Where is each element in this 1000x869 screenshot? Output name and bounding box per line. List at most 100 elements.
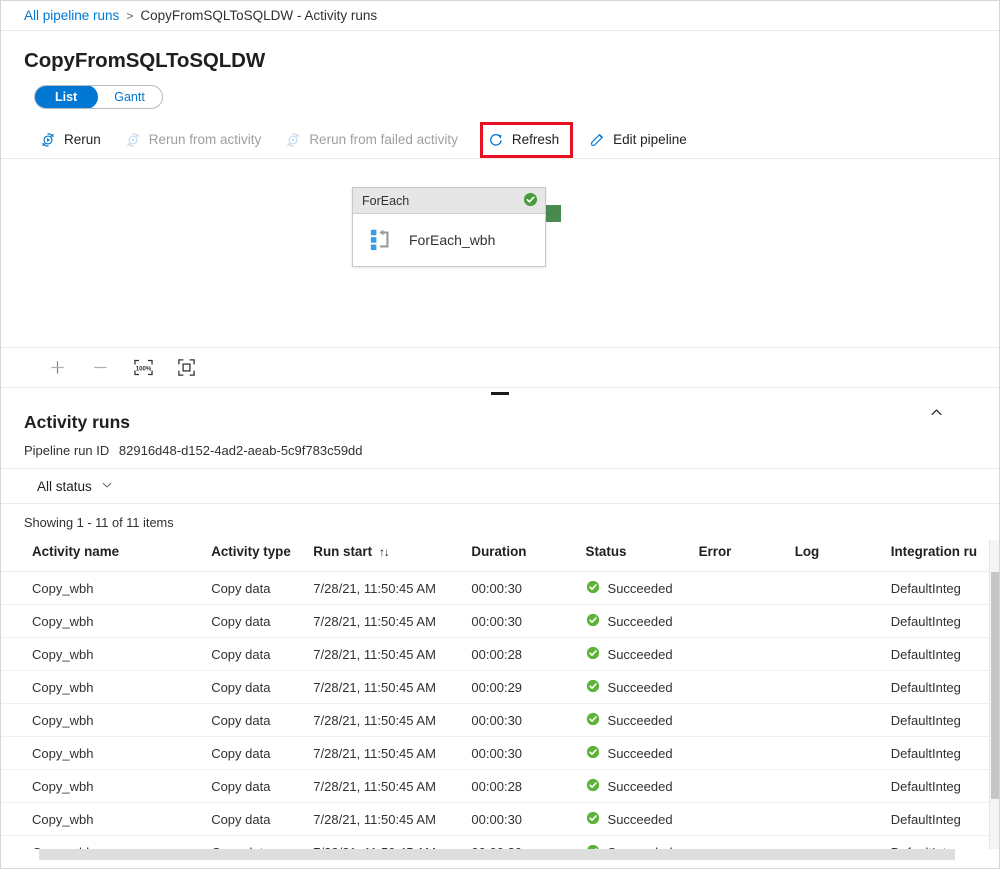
cell-activity-type: Copy data [211, 737, 313, 770]
cell-run-start: 7/28/21, 11:50:45 AM [313, 671, 471, 704]
edit-pipeline-button[interactable]: Edit pipeline [584, 125, 698, 155]
column-duration[interactable]: Duration [471, 540, 585, 572]
table-row[interactable]: Copy_wbhCopy data7/28/21, 11:50:45 AM00:… [1, 671, 999, 704]
rerun-button[interactable]: Rerun [35, 125, 112, 155]
cell-activity-name: Copy_wbh [1, 803, 211, 836]
table-row[interactable]: Copy_wbhCopy data7/28/21, 11:50:45 AM00:… [1, 836, 999, 850]
rerun-from-failed-activity-button: Rerun from failed activity [280, 125, 469, 155]
cell-activity-type: Copy data [211, 803, 313, 836]
cell-status: Succeeded [586, 605, 699, 638]
cell-activity-name: Copy_wbh [1, 770, 211, 803]
cell-error [699, 770, 795, 803]
chevron-down-icon [101, 479, 113, 494]
cell-activity-name: Copy_wbh [1, 605, 211, 638]
column-run-start[interactable]: Run start↑↓ [313, 540, 471, 572]
cell-run-start: 7/28/21, 11:50:45 AM [313, 638, 471, 671]
cell-activity-type: Copy data [211, 638, 313, 671]
zoom-out-button[interactable] [88, 356, 112, 380]
column-integration-runtime[interactable]: Integration ru [891, 540, 999, 572]
cell-log [795, 704, 891, 737]
status-badge: Succeeded [608, 614, 673, 629]
column-status[interactable]: Status [586, 540, 699, 572]
cell-log [795, 836, 891, 850]
pencil-icon [588, 131, 606, 149]
cell-duration: 00:00:29 [471, 671, 585, 704]
rerun-from-failed-activity-label: Rerun from failed activity [309, 132, 458, 147]
refresh-icon [487, 131, 505, 149]
refresh-label: Refresh [512, 132, 559, 147]
table-row[interactable]: Copy_wbhCopy data7/28/21, 11:50:45 AM00:… [1, 770, 999, 803]
svg-text:100%: 100% [135, 366, 151, 373]
vertical-scrollbar[interactable] [989, 540, 999, 849]
canvas-zoom-toolbar: 100% [1, 347, 999, 387]
cell-log [795, 671, 891, 704]
table-row[interactable]: Copy_wbhCopy data7/28/21, 11:50:45 AM00:… [1, 638, 999, 671]
cell-activity-type: Copy data [211, 605, 313, 638]
splitter-grip[interactable] [491, 392, 509, 395]
activity-node-label: ForEach_wbh [409, 232, 495, 248]
cell-activity-type: Copy data [211, 836, 313, 850]
column-error[interactable]: Error [699, 540, 795, 572]
horizontal-scrollbar[interactable] [1, 849, 999, 860]
column-run-start-label: Run start [313, 544, 372, 559]
table-row[interactable]: Copy_wbhCopy data7/28/21, 11:50:45 AM00:… [1, 605, 999, 638]
table-row[interactable]: Copy_wbhCopy data7/28/21, 11:50:45 AM00:… [1, 704, 999, 737]
panel-splitter[interactable] [1, 387, 999, 402]
page-title: CopyFromSQLToSQLDW [1, 31, 999, 73]
cell-run-start: 7/28/21, 11:50:45 AM [313, 803, 471, 836]
pipeline-canvas[interactable]: ForEach [1, 159, 999, 347]
cell-integration-runtime: DefaultInteg [891, 770, 999, 803]
status-filter-dropdown[interactable]: All status [29, 472, 121, 500]
cell-error [699, 803, 795, 836]
cell-log [795, 737, 891, 770]
refresh-button[interactable]: Refresh [483, 125, 570, 155]
cell-integration-runtime: DefaultInteg [891, 704, 999, 737]
breadcrumb-all-pipeline-runs[interactable]: All pipeline runs [24, 8, 119, 23]
cell-duration: 00:00:30 [471, 572, 585, 605]
cell-run-start: 7/28/21, 11:50:45 AM [313, 770, 471, 803]
activity-node-header: ForEach [353, 188, 545, 214]
table-body: Copy_wbhCopy data7/28/21, 11:50:45 AM00:… [1, 572, 999, 850]
rerun-from-activity-icon [124, 131, 142, 149]
activity-runs-table: Activity name Activity type Run start↑↓ … [1, 540, 999, 849]
tab-list[interactable]: List [34, 85, 98, 109]
chevron-up-icon [930, 406, 943, 419]
filter-bar: All status [1, 468, 999, 504]
status-success-icon [586, 613, 600, 630]
cell-activity-name: Copy_wbh [1, 737, 211, 770]
pipeline-run-id: Pipeline run ID 82916d48-d152-4ad2-aeab-… [1, 433, 999, 468]
activity-node-output-port[interactable] [546, 205, 561, 222]
table-row[interactable]: Copy_wbhCopy data7/28/21, 11:50:45 AM00:… [1, 737, 999, 770]
rerun-from-activity-label: Rerun from activity [149, 132, 262, 147]
horizontal-scrollbar-thumb[interactable] [39, 849, 955, 860]
view-toggle: List Gantt [34, 85, 163, 109]
status-badge: Succeeded [608, 746, 673, 761]
status-success-icon [586, 580, 600, 597]
cell-run-start: 7/28/21, 11:50:45 AM [313, 704, 471, 737]
table-row[interactable]: Copy_wbhCopy data7/28/21, 11:50:45 AM00:… [1, 803, 999, 836]
cell-log [795, 572, 891, 605]
collapse-panel-button[interactable] [921, 399, 951, 425]
cell-run-start: 7/28/21, 11:50:45 AM [313, 737, 471, 770]
toolbar: Rerun Rerun from activity [1, 121, 999, 159]
activity-node-foreach[interactable]: ForEach [352, 187, 546, 267]
tab-gantt[interactable]: Gantt [97, 86, 162, 108]
fit-to-screen-button[interactable] [174, 356, 198, 380]
column-log[interactable]: Log [795, 540, 891, 572]
cell-activity-type: Copy data [211, 704, 313, 737]
cell-activity-type: Copy data [211, 770, 313, 803]
cell-activity-name: Copy_wbh [1, 671, 211, 704]
status-badge: Succeeded [608, 713, 673, 728]
column-activity-name[interactable]: Activity name [1, 540, 211, 572]
zoom-in-button[interactable] [45, 356, 69, 380]
cell-run-start: 7/28/21, 11:50:45 AM [313, 836, 471, 850]
vertical-scrollbar-thumb[interactable] [991, 572, 999, 799]
cell-run-start: 7/28/21, 11:50:45 AM [313, 572, 471, 605]
status-success-icon [586, 745, 600, 762]
reset-zoom-button[interactable]: 100% [131, 356, 155, 380]
cell-log [795, 638, 891, 671]
cell-error [699, 572, 795, 605]
table-row[interactable]: Copy_wbhCopy data7/28/21, 11:50:45 AM00:… [1, 572, 999, 605]
cell-duration: 00:00:30 [471, 704, 585, 737]
column-activity-type[interactable]: Activity type [211, 540, 313, 572]
